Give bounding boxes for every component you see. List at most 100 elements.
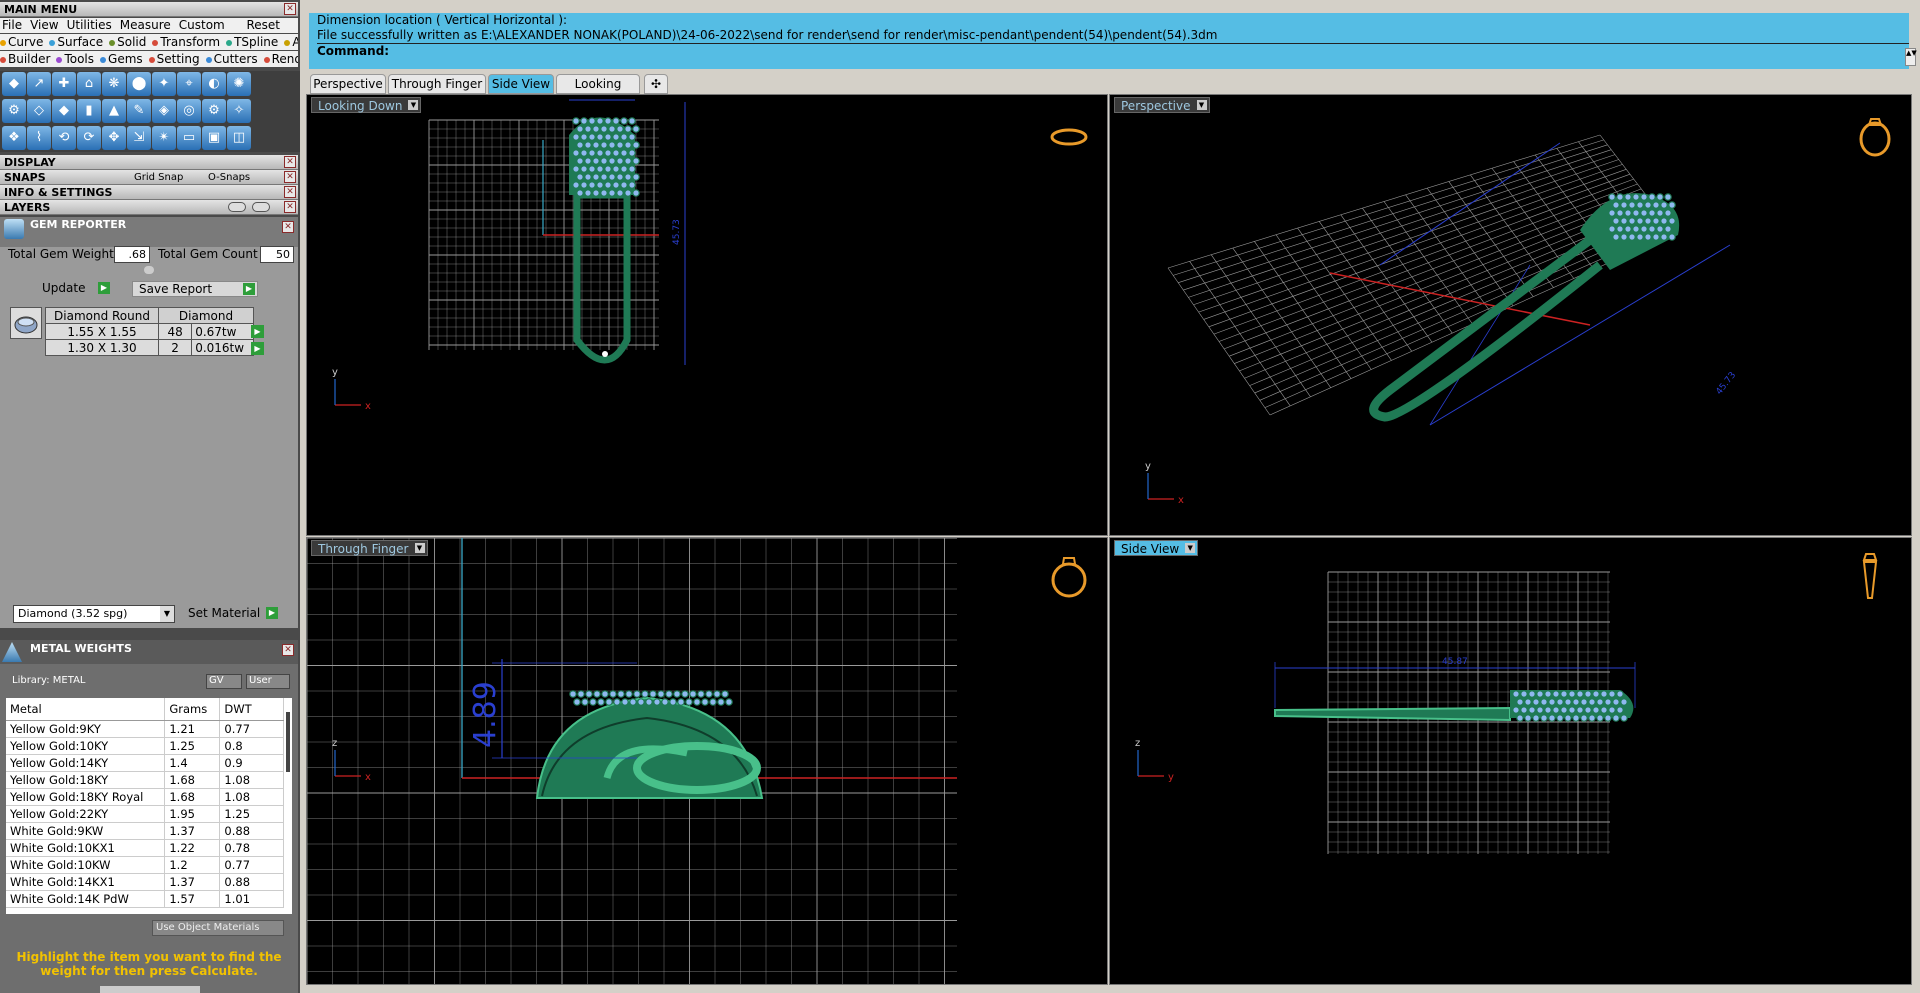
menu-utilities[interactable]: Utilities [67,18,112,32]
table-row[interactable]: White Gold:10KW 1.2 0.77 [6,856,284,874]
tool-icon[interactable]: ✥ [102,126,126,150]
module-transform[interactable]: Transform [152,35,223,49]
viewport-looking-down[interactable]: Looking Down ▼ 11.93 45.73 x y [306,94,1108,536]
viewport-label[interactable]: Side View ▼ [1114,540,1199,556]
tool-icon[interactable]: ◫ [227,126,251,150]
tab-through-finger[interactable]: Through Finger [388,74,486,94]
viewport-side-view[interactable]: Side View ▼ 45.87 y z [1109,537,1912,985]
tool-icon[interactable]: ✺ [227,72,251,96]
tab-side-view[interactable]: Side View [488,74,554,94]
user-toggle[interactable]: User [246,674,290,689]
table-row[interactable]: Yellow Gold:18KY 1.68 1.08 [6,771,284,789]
table-row[interactable]: White Gold:10KX1 1.22 0.78 [6,839,284,857]
module-curve[interactable]: Curve [0,35,46,49]
module-art[interactable]: Art [284,35,298,49]
use-object-materials-toggle[interactable]: Use Object Materials [152,920,284,936]
module-tspline[interactable]: TSpline [226,35,281,49]
module-setting[interactable]: Setting [148,52,203,66]
menu-reset[interactable]: Reset [246,18,280,33]
close-icon[interactable]: ✕ [284,186,296,198]
table-row[interactable]: Yellow Gold:22KY 1.95 1.25 [6,805,284,823]
tool-icon[interactable]: ↗ [27,72,51,96]
tool-icon[interactable]: ✧ [227,99,251,123]
metal-list[interactable]: Metal Grams DWT Yellow Gold:9KY 1.21 0.77 Yel… [6,698,292,914]
tool-icon[interactable]: ⌂ [77,72,101,96]
gv-toggle[interactable]: GV [206,674,242,689]
go-icon[interactable]: ▶ [251,342,264,355]
tool-icon[interactable]: ◎ [177,99,201,123]
set-material-button[interactable]: Set Material ▶ [182,606,280,622]
eye-icon[interactable] [252,202,270,212]
command-input[interactable]: Command: [317,43,1909,61]
tool-icon[interactable]: ⌖ [177,72,201,96]
update-button[interactable]: Update ▶ [36,281,112,297]
tool-icon[interactable]: ◐ [202,72,226,96]
module-builder[interactable]: Builder [0,52,53,66]
viewport-through-finger[interactable]: Through Finger ▼ 4.89 x z [306,537,1108,985]
close-icon[interactable]: ✕ [284,3,296,15]
scrollbar[interactable] [286,712,290,772]
add-tab-button[interactable]: ✣ [644,74,668,94]
table-row[interactable]: Yellow Gold:10KY 1.25 0.8 [6,737,284,755]
close-icon[interactable]: ✕ [282,221,294,233]
tool-icon[interactable]: ▲ [102,99,126,123]
viewport-perspective[interactable]: Perspective ▼ 45.73 x y [1109,94,1912,536]
module-render[interactable]: Render [263,52,298,66]
tool-icon[interactable]: ⟳ [77,126,101,150]
tool-icon[interactable]: ⬤ [127,72,151,96]
grid-snap-toggle[interactable]: Grid Snap [134,170,183,185]
info-settings-section[interactable]: INFO & SETTINGS ✕ [0,185,298,200]
tool-icon[interactable]: ◆ [52,99,76,123]
table-row[interactable]: White Gold:14KX1 1.37 0.88 [6,873,284,891]
tool-icon[interactable]: ⇲ [127,126,151,150]
tool-icon[interactable]: ◆ [2,72,26,96]
splitter-handle[interactable] [144,266,154,274]
viewport-label[interactable]: Looking Down ▼ [311,97,422,113]
table-row[interactable]: 1.30 X 1.30 2 0.016tw [45,339,254,356]
module-tools[interactable]: Tools [56,52,97,66]
tool-icon[interactable]: ✦ [152,72,176,96]
table-row[interactable]: Yellow Gold:14KY 1.4 0.9 [6,754,284,772]
tool-icon[interactable]: ⚙ [202,99,226,123]
tool-icon[interactable]: ▮ [77,99,101,123]
module-surface[interactable]: Surface [49,35,106,49]
tab-perspective[interactable]: Perspective [310,74,386,94]
menu-custom[interactable]: Custom [179,18,225,32]
module-cutters[interactable]: Cutters [205,52,261,66]
tool-icon[interactable]: ✴ [152,126,176,150]
table-row[interactable]: White Gold:9KW 1.37 0.88 [6,822,284,840]
tool-icon[interactable]: ❋ [102,72,126,96]
module-solid[interactable]: Solid [109,35,149,49]
table-row[interactable]: Yellow Gold:9KY 1.21 0.77 [6,720,284,738]
command-scrollbar[interactable]: ▲▼ [1905,48,1917,66]
material-select[interactable]: Diamond (3.52 spg) ▼ [13,605,175,623]
tab-looking-down[interactable]: Looking Down [556,74,640,109]
viewport-label[interactable]: Through Finger ▼ [311,540,428,556]
viewport-label[interactable]: Perspective ▼ [1114,97,1210,113]
tool-icon[interactable]: ▣ [202,126,226,150]
tool-icon[interactable]: ◇ [27,99,51,123]
save-report-button[interactable]: Save Report ▶ [132,281,258,297]
calculate-button-edge[interactable] [100,986,200,993]
tool-icon[interactable]: ❖ [2,126,26,150]
go-icon[interactable]: ▶ [251,325,264,338]
close-icon[interactable]: ✕ [284,171,296,183]
close-icon[interactable]: ✕ [282,644,294,656]
display-section[interactable]: DISPLAY ✕ [0,155,298,170]
layers-section[interactable]: LAYERS ✕ [0,200,298,215]
close-icon[interactable]: ✕ [284,201,296,213]
o-snaps-toggle[interactable]: O-Snaps [208,170,250,185]
menu-measure[interactable]: Measure [120,18,171,32]
table-row[interactable]: Yellow Gold:18KY Royal 1.68 1.08 [6,788,284,806]
menu-file[interactable]: File [2,18,22,32]
table-row[interactable]: White Gold:14K PdW 1.57 1.01 [6,890,284,908]
menu-view[interactable]: View [30,18,58,32]
tool-icon[interactable]: ⚙ [2,99,26,123]
eye-icon[interactable] [228,202,246,212]
tool-icon[interactable]: ⟲ [52,126,76,150]
close-icon[interactable]: ✕ [284,156,296,168]
tool-icon[interactable]: ▭ [177,126,201,150]
tool-icon[interactable]: ✚ [52,72,76,96]
module-gems[interactable]: Gems [100,52,146,66]
table-row[interactable]: 1.55 X 1.55 48 0.67tw [45,323,254,340]
